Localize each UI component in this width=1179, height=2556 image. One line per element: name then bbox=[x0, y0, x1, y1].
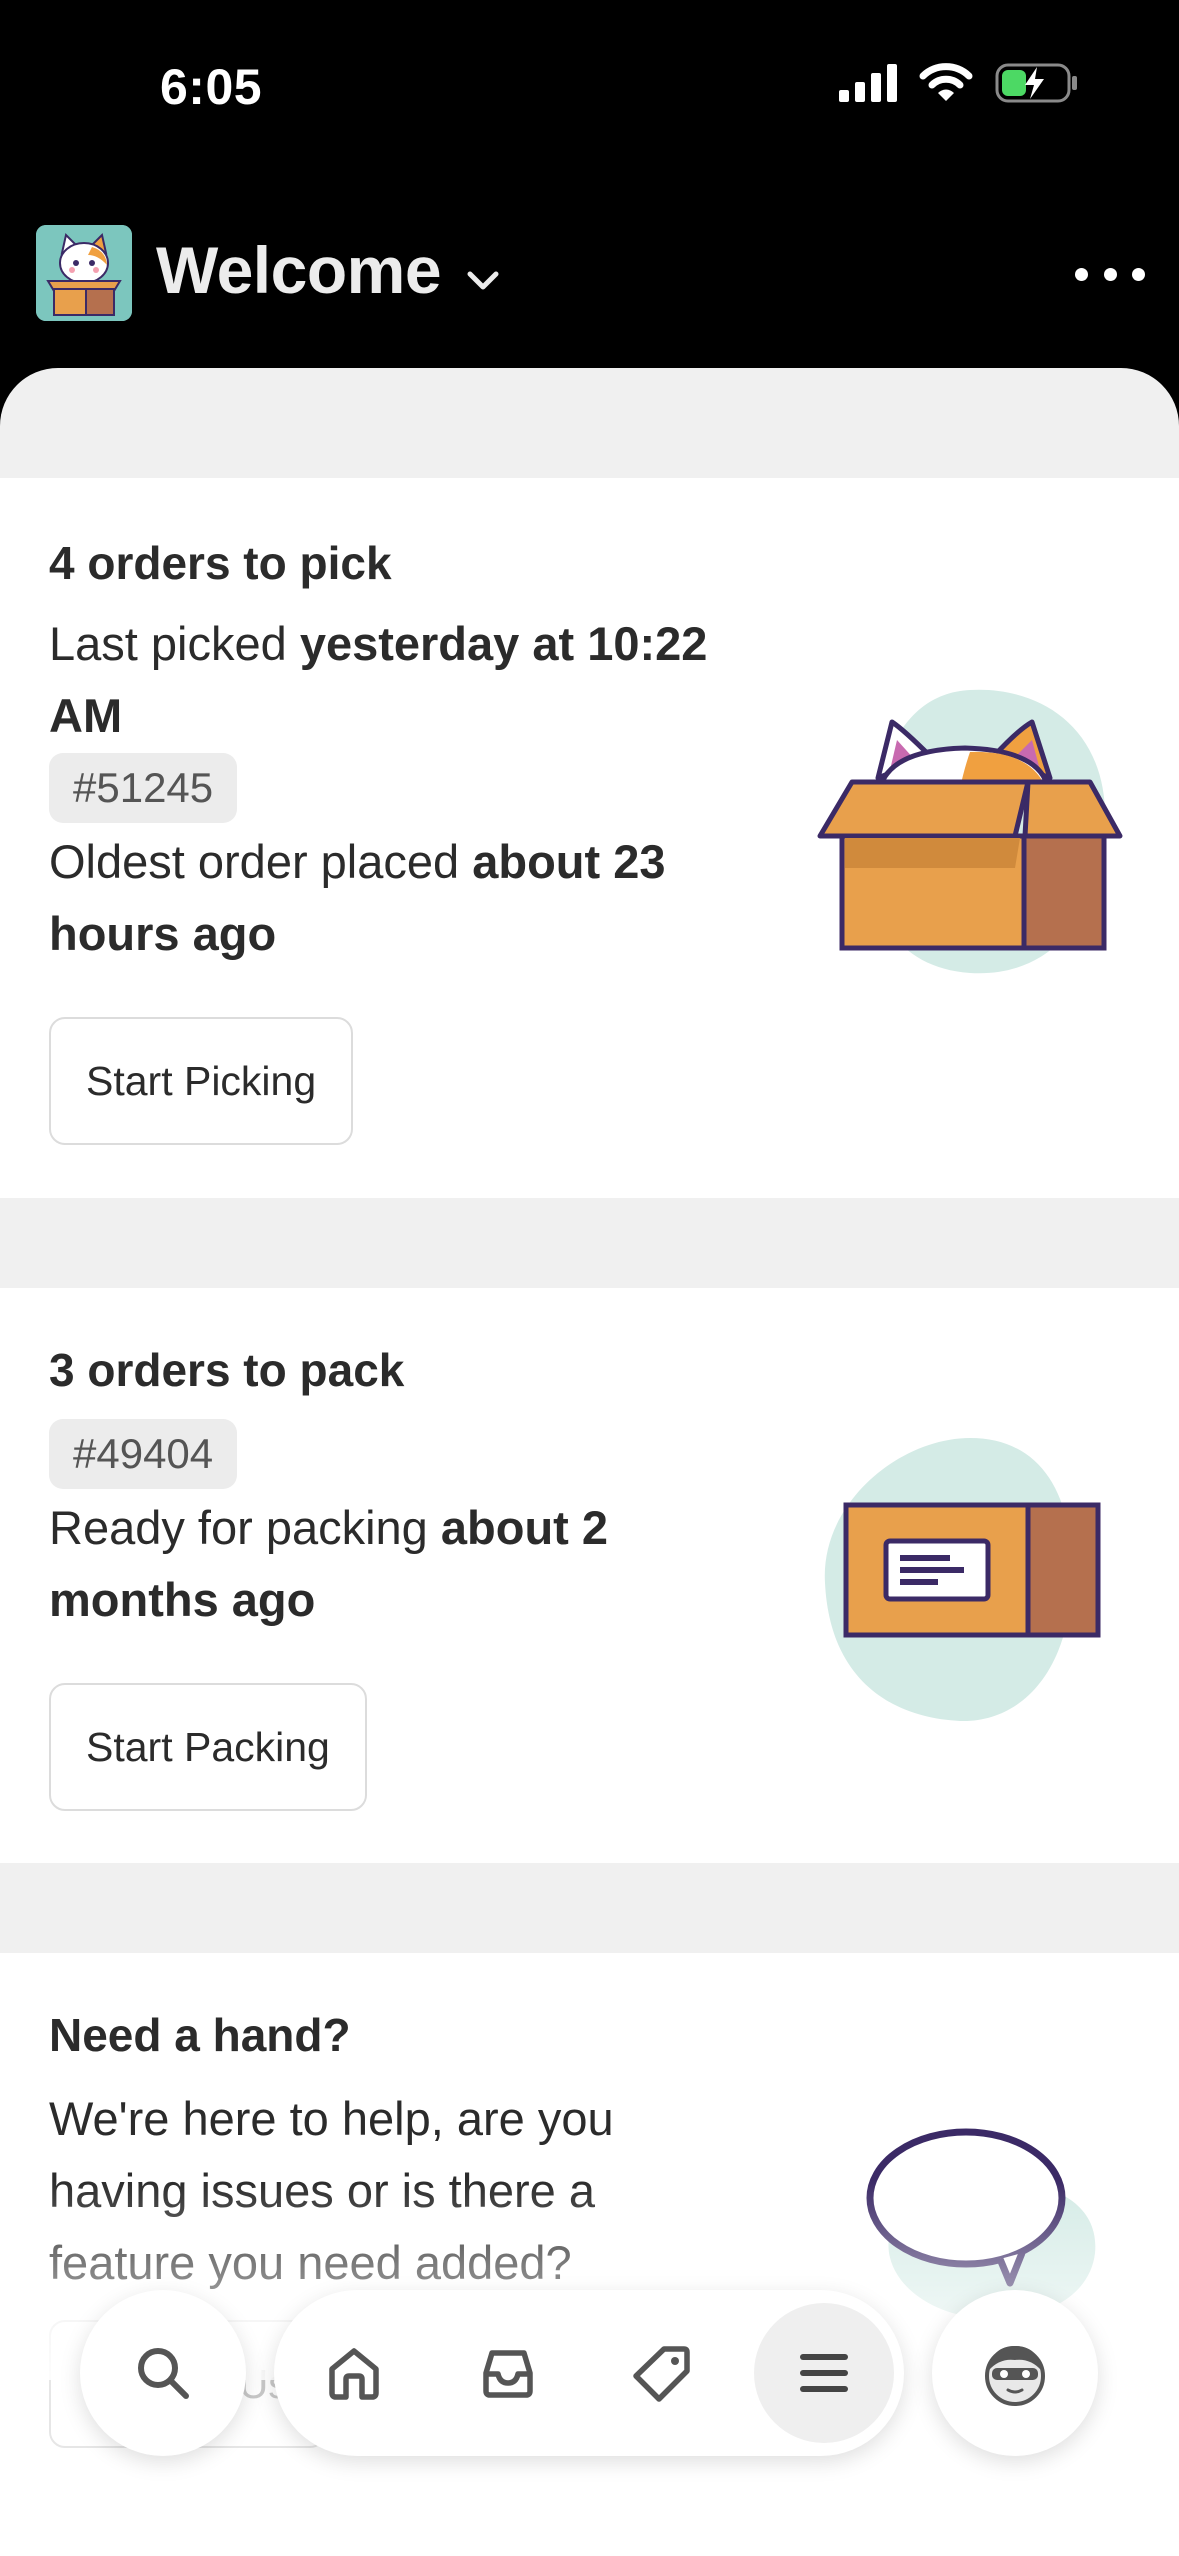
start-packing-button[interactable]: Start Packing bbox=[49, 1683, 367, 1811]
dot-icon bbox=[1103, 267, 1117, 281]
nav-tags-button[interactable] bbox=[592, 2303, 732, 2443]
app-header: Welcome bbox=[0, 210, 1179, 330]
chevron-down-icon[interactable] bbox=[466, 270, 500, 292]
bottom-nav-bar bbox=[274, 2290, 904, 2456]
last-picked-prefix: Last picked bbox=[49, 617, 300, 670]
search-button[interactable] bbox=[80, 2290, 246, 2456]
pack-order-badge[interactable]: #49404 bbox=[49, 1419, 238, 1489]
menu-icon bbox=[800, 2354, 848, 2392]
dot-icon bbox=[1075, 267, 1088, 281]
ready-packing-text: Ready for packing about 2 months ago bbox=[49, 1492, 749, 1636]
page-title[interactable]: Welcome bbox=[156, 232, 442, 308]
last-picked-text: Last picked yesterday at 10:22 AM bbox=[49, 608, 749, 752]
wifi-icon bbox=[919, 63, 973, 101]
pick-card-title: 4 orders to pick bbox=[49, 537, 392, 589]
app-logo[interactable] bbox=[36, 225, 132, 321]
closed-box-illustration bbox=[824, 1438, 1101, 1722]
nav-inbox-button[interactable] bbox=[438, 2303, 578, 2443]
help-card-title: Need a hand? bbox=[49, 2009, 351, 2061]
home-icon bbox=[329, 2348, 379, 2400]
status-time: 6:05 bbox=[160, 59, 263, 115]
ready-packing-prefix: Ready for packing bbox=[49, 1501, 441, 1554]
oldest-order-text: Oldest order placed about 23 hours ago bbox=[49, 826, 749, 970]
dot-icon bbox=[1132, 267, 1145, 281]
open-box-cat-illustration bbox=[817, 689, 1123, 974]
search-icon bbox=[138, 2348, 189, 2399]
profile-avatar-button[interactable] bbox=[932, 2290, 1098, 2456]
status-bar: 6:05 bbox=[0, 0, 1179, 170]
pick-order-badge[interactable]: #51245 bbox=[49, 753, 238, 823]
cat-in-box-logo-icon bbox=[36, 225, 132, 321]
status-icons bbox=[839, 62, 1079, 104]
nav-menu-button[interactable] bbox=[754, 2303, 894, 2443]
tag-icon bbox=[633, 2346, 690, 2402]
pack-orders-card: 3 orders to pack #49404 Ready for packin… bbox=[0, 1288, 1179, 1863]
more-options-button[interactable] bbox=[1075, 254, 1145, 294]
inbox-icon bbox=[483, 2350, 533, 2398]
oldest-order-prefix: Oldest order placed bbox=[49, 835, 473, 888]
cellular-signal-icon bbox=[839, 64, 897, 102]
pack-card-title: 3 orders to pack bbox=[49, 1344, 405, 1396]
pick-orders-card: 4 orders to pick Last picked yesterday a… bbox=[0, 478, 1179, 1198]
battery-charging-icon bbox=[995, 63, 1077, 103]
nav-home-button[interactable] bbox=[284, 2303, 424, 2443]
start-picking-button[interactable]: Start Picking bbox=[49, 1017, 354, 1145]
avatar-icon bbox=[985, 2346, 1045, 2406]
